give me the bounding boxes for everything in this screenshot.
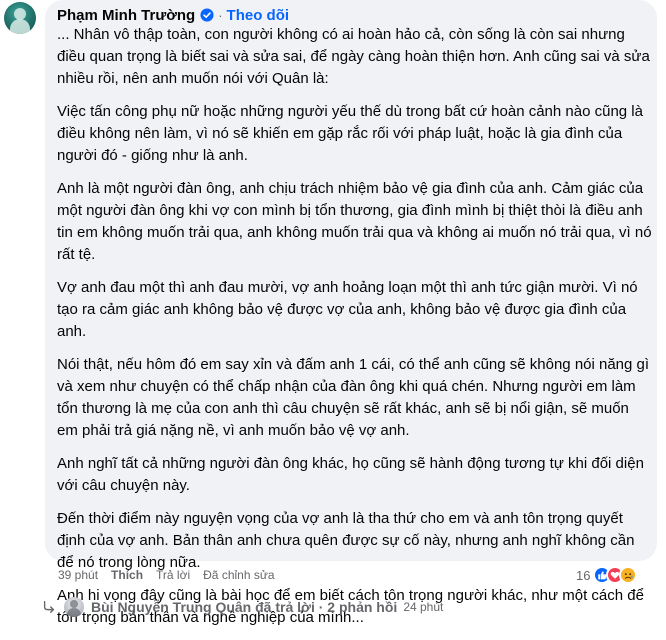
like-button[interactable]: Thích (111, 568, 143, 582)
comment-bubble: Phạm Minh Trường · Theo dõi ... Nhân vô … (45, 0, 657, 626)
comment-header: Phạm Minh Trường · Theo dõi (57, 6, 289, 24)
reaction-summary[interactable]: 16 (576, 565, 638, 585)
reply-time: 24 phút (403, 600, 444, 614)
comment-paragraph: Đến thời điểm này nguyện vọng của vợ anh… (57, 510, 635, 571)
sad-icon (619, 566, 638, 584)
comment-timestamp[interactable]: 39 phút (58, 568, 98, 582)
comment-paragraph: Anh nghĩ tất cả những người đàn ông khác… (57, 455, 644, 494)
separator-dot: · (218, 7, 223, 23)
follow-button[interactable]: Theo dõi (227, 7, 290, 24)
reply-button[interactable]: Trả lời (156, 568, 190, 582)
comment-paragraph: Việc tấn công phụ nữ hoặc những người yế… (57, 103, 643, 164)
comment-paragraph: Vợ anh đau một thì anh đau mười, vợ anh … (57, 279, 638, 340)
verified-badge-icon (200, 8, 214, 22)
comment-paragraph: Anh là một người đàn ông, anh chịu trách… (57, 180, 652, 263)
reaction-icons (593, 566, 638, 584)
reaction-count: 16 (576, 567, 591, 583)
replier-avatar-body (67, 608, 81, 617)
avatar-body (10, 19, 30, 34)
comment-body: ... Nhân vô thập toàn, con người không c… (57, 24, 652, 640)
reply-arrow-icon (43, 601, 55, 613)
comment-actions: 39 phút Thích Trả lời Đã chỉnh sửa (58, 567, 288, 583)
view-replies-link[interactable]: Bùi Nguyễn Trung Quân đã trả lời · 2 phả… (42, 597, 443, 617)
replier-avatar-head (70, 600, 78, 608)
comment-paragraph: Nói thật, nếu hôm đó em say xỉn và đấm a… (57, 356, 650, 439)
edited-label[interactable]: Đã chỉnh sửa (203, 568, 274, 582)
replier-avatar (64, 597, 84, 617)
author-name[interactable]: Phạm Minh Trường (57, 7, 195, 24)
comment-paragraph: ... Nhân vô thập toàn, con người không c… (57, 26, 650, 87)
commenter-avatar[interactable] (4, 2, 36, 34)
reply-summary-text[interactable]: Bùi Nguyễn Trung Quân đã trả lời · 2 phả… (91, 599, 397, 615)
